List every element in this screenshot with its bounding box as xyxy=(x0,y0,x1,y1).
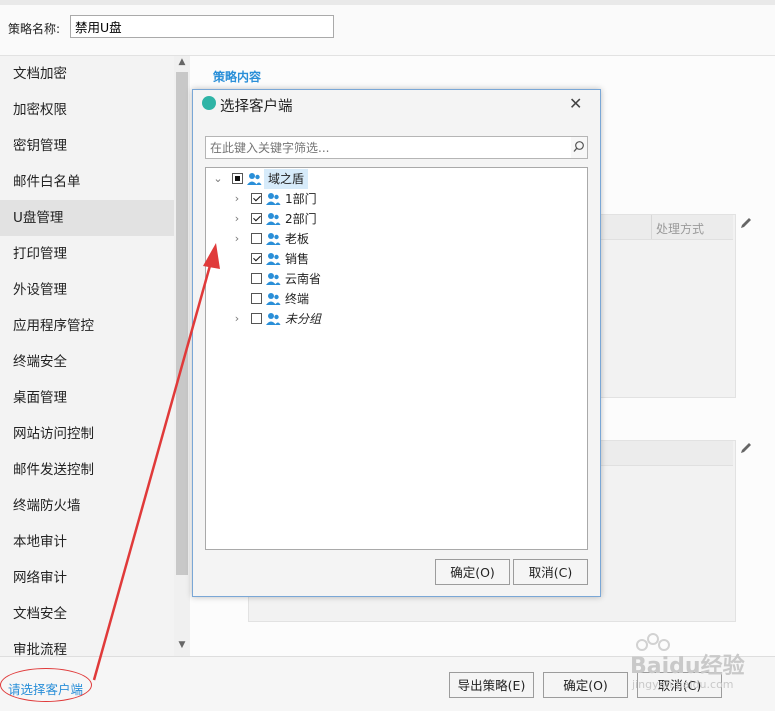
column-separator xyxy=(651,215,652,239)
export-policy-button[interactable]: 导出策略(E) xyxy=(449,672,534,698)
tree-checkbox[interactable] xyxy=(251,313,262,324)
edit-icon[interactable] xyxy=(739,441,753,455)
chevron-down-icon[interactable]: ⌄ xyxy=(213,169,223,189)
tree-checkbox[interactable] xyxy=(251,253,262,264)
sidebar-item-network-audit[interactable]: 网络审计 xyxy=(0,560,174,596)
tree-node-root[interactable]: ⌄ 域之盾 xyxy=(206,169,586,189)
sidebar-scrollbar-thumb[interactable] xyxy=(176,72,188,575)
sidebar-item-mail-send-control[interactable]: 邮件发送控制 xyxy=(0,452,174,488)
chevron-right-icon[interactable]: › xyxy=(232,209,242,229)
policy-name-input[interactable] xyxy=(70,15,334,38)
app-logo-icon xyxy=(202,96,216,110)
tree-node-label: 2部门 xyxy=(285,212,317,226)
dialog-cancel-button[interactable]: 取消(C) xyxy=(513,559,588,585)
sidebar-item-peripheral-management[interactable]: 外设管理 xyxy=(0,272,174,308)
dialog-ok-button[interactable]: 确定(O) xyxy=(435,559,510,585)
close-icon[interactable]: ✕ xyxy=(569,94,582,113)
tree-node-label: 云南省 xyxy=(285,272,322,286)
sidebar-item-usb-management[interactable]: U盘管理 xyxy=(0,200,174,236)
user-group-icon xyxy=(266,193,281,205)
column-header-handling: 处理方式 xyxy=(656,222,705,236)
policy-name-label: 策略名称: xyxy=(8,22,61,36)
user-group-icon xyxy=(266,253,281,265)
sidebar-item-encrypt-permission[interactable]: 加密权限 xyxy=(0,92,174,128)
scroll-up-icon[interactable]: ▲ xyxy=(175,57,189,70)
search-button[interactable] xyxy=(571,136,588,159)
annotation-ellipse xyxy=(0,668,92,702)
user-group-icon xyxy=(266,233,281,245)
tree-node-label: 终端 xyxy=(285,292,310,306)
dialog-title: 选择客户端 xyxy=(220,99,293,115)
sidebar: 文档加密 加密权限 密钥管理 邮件白名单 U盘管理 打印管理 外设管理 应用程序… xyxy=(0,56,190,656)
sidebar-item-endpoint-firewall[interactable]: 终端防火墙 xyxy=(0,488,174,524)
tree-node[interactable]: › 老板 xyxy=(206,229,586,249)
sidebar-item-endpoint-security[interactable]: 终端安全 xyxy=(0,344,174,380)
user-group-icon xyxy=(266,213,281,225)
tree-node[interactable]: 终端 xyxy=(206,289,586,309)
watermark-text: Baidu经验 xyxy=(630,654,745,679)
scroll-down-icon[interactable]: ▼ xyxy=(175,640,189,653)
watermark-subtext: jingyan.baidu.com xyxy=(632,678,734,691)
sidebar-item-desktop-management[interactable]: 桌面管理 xyxy=(0,380,174,416)
filter-input[interactable] xyxy=(205,136,572,159)
tree-checkbox[interactable] xyxy=(251,273,262,284)
tree-node-label: 1部门 xyxy=(285,192,317,206)
tree-node[interactable]: › 1部门 xyxy=(206,189,586,209)
tree-checkbox[interactable] xyxy=(251,233,262,244)
tree-node[interactable]: › 2部门 xyxy=(206,209,586,229)
edit-icon[interactable] xyxy=(739,216,753,230)
chevron-right-icon[interactable]: › xyxy=(232,309,242,329)
sidebar-item-local-audit[interactable]: 本地审计 xyxy=(0,524,174,560)
sidebar-item-print-management[interactable]: 打印管理 xyxy=(0,236,174,272)
section-title: 策略内容 xyxy=(213,70,262,84)
tree-checkbox[interactable] xyxy=(251,213,262,224)
tree-node[interactable]: 云南省 xyxy=(206,269,586,289)
tree-node[interactable]: › 未分组 xyxy=(206,309,586,329)
tree-node-label: 域之盾 xyxy=(264,169,309,189)
sidebar-item-app-control[interactable]: 应用程序管控 xyxy=(0,308,174,344)
client-tree: ⌄ 域之盾 › 1部门 › 2部门 › 老板 销售 云南省 终端 › 未分组 xyxy=(205,167,588,550)
sidebar-item-approval-flow[interactable]: 审批流程 xyxy=(0,632,174,656)
search-icon xyxy=(573,141,584,152)
sidebar-item-mail-whitelist[interactable]: 邮件白名单 xyxy=(0,164,174,200)
chevron-right-icon[interactable]: › xyxy=(232,189,242,209)
tree-node-label: 未分组 xyxy=(285,312,322,326)
tree-node[interactable]: 销售 xyxy=(206,249,586,269)
tree-node-label: 老板 xyxy=(285,232,310,246)
sidebar-item-doc-security[interactable]: 文档安全 xyxy=(0,596,174,632)
sidebar-item-key-management[interactable]: 密钥管理 xyxy=(0,128,174,164)
user-group-icon xyxy=(266,293,281,305)
user-group-icon xyxy=(266,273,281,285)
tree-checkbox[interactable] xyxy=(232,173,243,184)
tree-node-label: 销售 xyxy=(285,252,310,266)
tree-checkbox[interactable] xyxy=(251,293,262,304)
tree-checkbox[interactable] xyxy=(251,193,262,204)
user-group-icon xyxy=(266,313,281,325)
sidebar-item-web-access-control[interactable]: 网站访问控制 xyxy=(0,416,174,452)
chevron-right-icon[interactable]: › xyxy=(232,229,242,249)
sidebar-item-doc-encrypt[interactable]: 文档加密 xyxy=(0,56,174,92)
user-group-icon xyxy=(247,173,262,185)
